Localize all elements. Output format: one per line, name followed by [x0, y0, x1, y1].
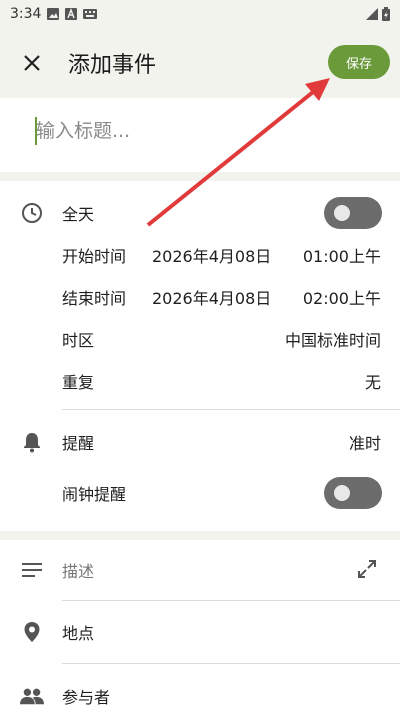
section-separator — [0, 531, 400, 540]
repeat-label: 重复 — [62, 373, 95, 392]
all-day-label: 全天 — [62, 205, 95, 224]
start-time[interactable]: 01:00上午 — [303, 243, 381, 267]
alarm-label: 闹钟提醒 — [62, 485, 127, 504]
end-time-label: 结束时间 — [62, 289, 127, 308]
toggle-knob — [334, 485, 350, 501]
start-date[interactable]: 2026年4月08日 — [152, 243, 271, 267]
alarm-toggle[interactable] — [324, 477, 382, 509]
end-time[interactable]: 02:00上午 — [303, 285, 381, 309]
keyboard-notification-icon — [83, 9, 98, 19]
start-time-row: 开始时间 2026年4月08日 01:00上午 — [0, 234, 400, 276]
all-day-row[interactable]: 全天 — [0, 192, 400, 234]
title-input[interactable] — [36, 116, 376, 146]
close-icon — [24, 55, 40, 71]
expand-icon[interactable] — [356, 558, 380, 582]
bell-icon — [20, 430, 44, 454]
location-pin-icon — [20, 620, 44, 644]
start-time-label: 开始时间 — [62, 247, 127, 266]
end-date[interactable]: 2026年4月08日 — [152, 285, 271, 309]
timezone-value: 中国标准时间 — [284, 331, 381, 350]
save-button[interactable]: 保存 — [328, 45, 390, 79]
reminder-label: 提醒 — [62, 434, 95, 453]
description-placeholder: 描述 — [62, 562, 95, 581]
status-bar: 3:34 — [0, 0, 400, 28]
battery-icon — [382, 7, 390, 21]
timezone-row[interactable]: 时区 中国标准时间 — [0, 318, 400, 360]
people-icon — [20, 684, 44, 708]
close-button[interactable] — [0, 28, 64, 98]
timezone-label: 时区 — [62, 331, 95, 350]
photo-notification-icon — [47, 8, 60, 20]
text-caret — [35, 117, 37, 145]
font-notification-icon — [65, 8, 78, 20]
reminder-value: 准时 — [348, 434, 381, 453]
title-input-section — [0, 98, 400, 172]
alarm-row[interactable]: 闹钟提醒 — [0, 472, 400, 514]
repeat-value: 无 — [364, 373, 381, 392]
section-separator — [0, 172, 400, 181]
divider — [62, 600, 400, 601]
toggle-knob — [334, 205, 350, 221]
attendees-label: 参与者 — [62, 688, 111, 707]
reminder-row[interactable]: 提醒 准时 — [0, 421, 400, 463]
all-day-toggle[interactable] — [324, 197, 382, 229]
attendees-row[interactable]: 参与者 — [0, 675, 400, 711]
app-bar: 添加事件 保存 — [0, 28, 400, 98]
repeat-row[interactable]: 重复 无 — [0, 360, 400, 402]
end-time-row: 结束时间 2026年4月08日 02:00上午 — [0, 276, 400, 318]
signal-icon — [366, 8, 378, 20]
divider — [62, 663, 400, 664]
clock-icon — [20, 201, 44, 225]
description-row[interactable]: 描述 — [0, 549, 400, 591]
divider — [62, 409, 400, 410]
location-row[interactable]: 地点 — [0, 611, 400, 653]
notes-icon — [20, 558, 44, 582]
page-title: 添加事件 — [68, 53, 157, 78]
status-time: 3:34 — [10, 6, 42, 22]
location-label: 地点 — [62, 624, 95, 643]
